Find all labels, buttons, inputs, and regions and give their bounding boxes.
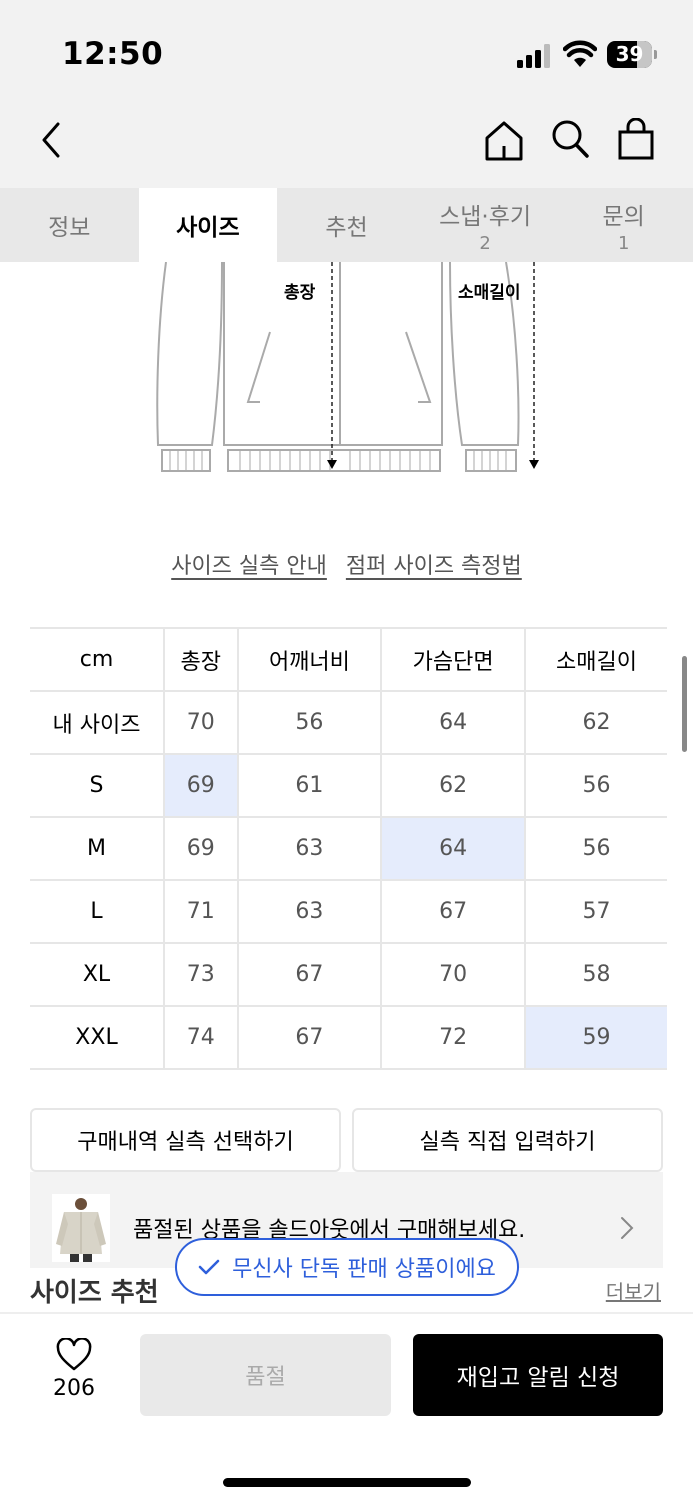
table-cell: 63 bbox=[236, 879, 383, 944]
home-icon[interactable] bbox=[484, 120, 524, 162]
tab-snap-review-count: 2 bbox=[479, 232, 491, 254]
table-header: 가슴단면 bbox=[380, 627, 526, 692]
like-count: 206 bbox=[53, 1376, 95, 1401]
table-header: 총장 bbox=[163, 627, 239, 692]
size-input-actions: 구매내역 실측 선택하기 실측 직접 입력하기 bbox=[30, 1108, 663, 1172]
table-cell: 64 bbox=[380, 690, 526, 755]
more-link[interactable]: 더보기 bbox=[606, 1276, 661, 1305]
tab-inquiry-count: 1 bbox=[617, 232, 630, 254]
table-cell: 57 bbox=[523, 879, 667, 944]
table-row: M 69 63 64 56 bbox=[30, 816, 667, 881]
bottom-purchase-bar: 206 품절 재입고 알림 신청 bbox=[0, 1312, 693, 1500]
like-button[interactable]: 206 bbox=[42, 1338, 106, 1401]
table-cell: 71 bbox=[163, 879, 239, 944]
size-table: cm 총장 어깨너비 가슴단면 소매길이 내 사이즈 70 56 64 62 S… bbox=[30, 627, 667, 1070]
table-cell: 62 bbox=[523, 690, 667, 755]
wifi-icon bbox=[563, 40, 597, 67]
diagram-length-label: 총장 bbox=[284, 283, 316, 303]
table-cell: 56 bbox=[236, 690, 383, 755]
product-thumbnail bbox=[52, 1194, 110, 1262]
table-cell: 62 bbox=[380, 753, 526, 818]
exclusive-product-badge: 무신사 단독 판매 상품이에요 bbox=[175, 1238, 519, 1296]
check-icon bbox=[198, 1259, 220, 1275]
table-cell: XL bbox=[30, 942, 165, 1007]
product-tabs: 정보 사이즈 추천 스냅·후기 2 문의 1 bbox=[0, 188, 693, 262]
table-cell: 61 bbox=[236, 753, 383, 818]
tab-info[interactable]: 정보 bbox=[0, 188, 139, 262]
select-purchase-size-button[interactable]: 구매내역 실측 선택하기 bbox=[30, 1108, 341, 1172]
table-cell: 67 bbox=[236, 1005, 383, 1070]
tab-size[interactable]: 사이즈 bbox=[138, 188, 278, 262]
table-header: cm bbox=[30, 627, 165, 692]
back-arrow-icon[interactable] bbox=[38, 120, 66, 160]
size-guide-links: 사이즈 실측 안내 점퍼 사이즈 측정법 bbox=[0, 548, 693, 580]
tab-snap-review[interactable]: 스냅·후기 2 bbox=[416, 188, 555, 262]
table-row: 내 사이즈 70 56 64 62 bbox=[30, 690, 667, 755]
tab-recommend[interactable]: 추천 bbox=[277, 188, 416, 262]
table-cell: 56 bbox=[523, 753, 667, 818]
jumper-measure-method-link[interactable]: 점퍼 사이즈 측정법 bbox=[346, 554, 522, 579]
table-cell: 70 bbox=[163, 690, 239, 755]
table-row: XL 73 67 70 58 bbox=[30, 942, 667, 1007]
table-cell: XXL bbox=[30, 1005, 165, 1070]
table-cell: 67 bbox=[236, 942, 383, 1007]
size-diagram: 총장 소매길이 bbox=[150, 261, 550, 477]
heart-icon bbox=[56, 1338, 92, 1371]
cellular-signal-icon bbox=[517, 44, 550, 68]
status-time: 12:50 bbox=[62, 36, 164, 72]
table-cell: 69 bbox=[163, 816, 239, 881]
table-cell: 67 bbox=[380, 879, 526, 944]
table-header: 어깨너비 bbox=[236, 627, 383, 692]
table-row: XXL 74 67 72 59 bbox=[30, 1005, 667, 1070]
status-bar: 12:50 39 bbox=[0, 0, 693, 100]
battery-level: 39 bbox=[615, 42, 644, 66]
table-cell: S bbox=[30, 753, 165, 818]
table-cell: 내 사이즈 bbox=[30, 690, 165, 755]
battery-icon: 39 bbox=[607, 41, 657, 68]
table-cell-highlighted: 69 bbox=[163, 753, 239, 818]
table-cell: 70 bbox=[380, 942, 526, 1007]
table-cell: 72 bbox=[380, 1005, 526, 1070]
table-cell: 63 bbox=[236, 816, 383, 881]
home-indicator bbox=[223, 1478, 471, 1487]
table-cell-highlighted: 59 bbox=[523, 1005, 667, 1070]
restock-alert-button[interactable]: 재입고 알림 신청 bbox=[413, 1334, 663, 1416]
shopping-bag-icon[interactable] bbox=[616, 118, 656, 160]
table-cell: 56 bbox=[523, 816, 667, 881]
diagram-sleeve-label: 소매길이 bbox=[458, 283, 521, 303]
search-icon[interactable] bbox=[550, 118, 590, 160]
manual-size-input-button[interactable]: 실측 직접 입력하기 bbox=[352, 1108, 663, 1172]
table-header-row: cm 총장 어깨너비 가슴단면 소매길이 bbox=[30, 627, 667, 692]
table-cell: L bbox=[30, 879, 165, 944]
chevron-right-icon bbox=[621, 1217, 634, 1239]
tab-inquiry[interactable]: 문의 1 bbox=[554, 188, 693, 262]
table-cell: 58 bbox=[523, 942, 667, 1007]
scrollbar[interactable] bbox=[682, 656, 687, 752]
table-header: 소매길이 bbox=[523, 627, 667, 692]
top-nav bbox=[0, 100, 693, 188]
size-measure-guide-link[interactable]: 사이즈 실측 안내 bbox=[171, 554, 327, 579]
table-cell: M bbox=[30, 816, 165, 881]
section-title: 사이즈 추천 bbox=[30, 1278, 159, 1308]
soldout-button: 품절 bbox=[140, 1334, 391, 1416]
table-row: S 69 61 62 56 bbox=[30, 753, 667, 818]
table-cell-highlighted: 64 bbox=[380, 816, 526, 881]
table-row: L 71 63 67 57 bbox=[30, 879, 667, 944]
table-cell: 74 bbox=[163, 1005, 239, 1070]
table-cell: 73 bbox=[163, 942, 239, 1007]
